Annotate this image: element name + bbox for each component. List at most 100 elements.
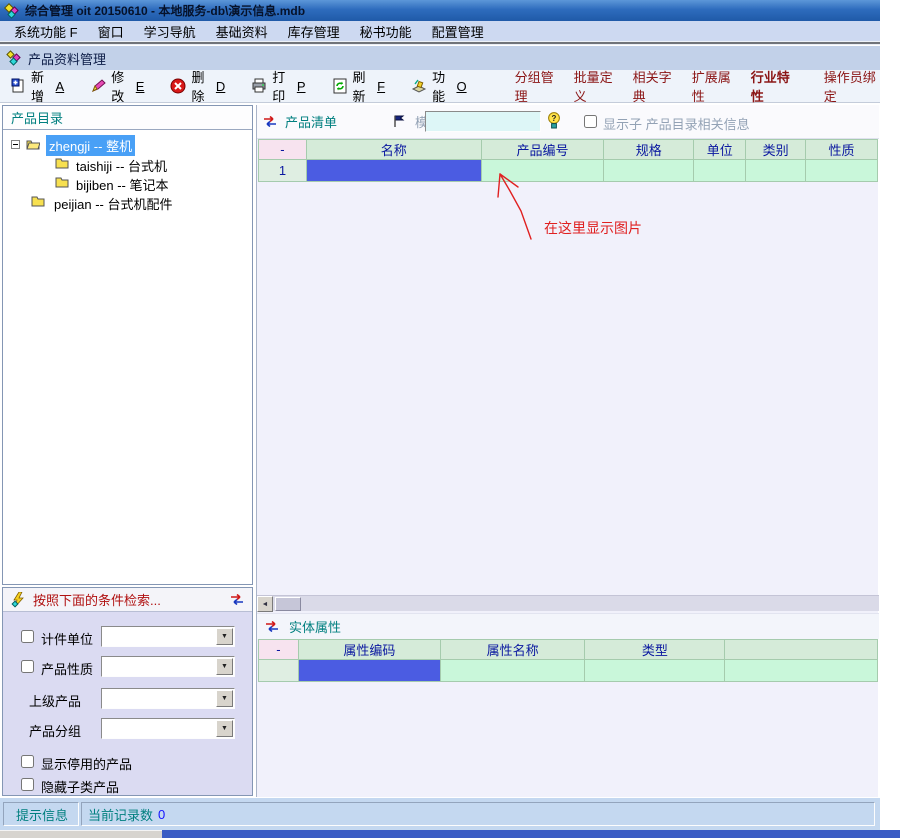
show-disabled-checkbox[interactable] (21, 755, 34, 768)
status-message: 提示信息 (16, 805, 68, 824)
menu-config[interactable]: 配置管理 (422, 20, 494, 43)
chevron-down-icon[interactable]: ▼ (216, 628, 233, 645)
row-number-cell[interactable]: 1 (259, 160, 307, 182)
swap-icon[interactable] (263, 116, 277, 127)
chevron-down-icon[interactable]: ▼ (216, 720, 233, 737)
nature-filter-label: 产品性质 (41, 659, 93, 678)
show-sub-checkbox[interactable] (584, 115, 597, 128)
attr-code-cell-selected[interactable] (298, 660, 440, 682)
flag-icon (393, 115, 405, 128)
hide-subclass-checkbox[interactable] (21, 778, 34, 791)
fuzzy-query-input[interactable] (425, 111, 541, 132)
operator-bind-link[interactable]: 操作员绑定 (824, 67, 880, 105)
attr-name-cell[interactable] (440, 660, 585, 682)
nature-cell[interactable] (806, 160, 878, 182)
delete-icon (170, 78, 186, 94)
col-extra[interactable] (725, 640, 878, 660)
tree-item-peijian[interactable]: peijian -- 台式机配件 (3, 192, 252, 211)
tree-item-peijian-label[interactable]: peijian -- 台式机配件 (51, 193, 175, 214)
refresh-icon (332, 78, 348, 94)
print-button[interactable]: 打印P (251, 67, 305, 105)
menu-base-data[interactable]: 基础资料 (206, 20, 278, 43)
product-group-dropdown[interactable]: ▼ (101, 718, 235, 739)
row-number-cell[interactable] (259, 660, 299, 682)
lightning-icon (11, 592, 26, 608)
product-list-header-bar: 产品清单 模糊查询 ? 显示子 产品目录相关信息 (257, 105, 879, 139)
tree-item-bijiben[interactable]: bijiben -- 笔记本 (3, 173, 252, 192)
menu-learning-nav[interactable]: 学习导航 (134, 20, 206, 43)
col-product-code[interactable]: 产品编号 (481, 140, 604, 160)
nature-filter-checkbox[interactable] (21, 660, 34, 673)
unit-filter-checkbox[interactable] (21, 630, 34, 643)
entity-grid-row-1 (259, 660, 878, 682)
swap-icon[interactable] (265, 621, 279, 632)
horizontal-scrollbar[interactable]: ◄ (257, 595, 879, 611)
svg-text:?: ? (552, 114, 557, 123)
main-area: 产品目录 zhengji -- 整机 (0, 103, 880, 797)
category-cell[interactable] (746, 160, 806, 182)
col-unit[interactable]: 单位 (694, 140, 746, 160)
unit-cell[interactable] (694, 160, 746, 182)
edit-icon (90, 78, 106, 94)
industry-feature-link[interactable]: 行业特性 (751, 67, 796, 105)
menu-window[interactable]: 窗口 (88, 20, 134, 43)
condition-search-title: 按照下面的条件检索... (33, 590, 223, 609)
hide-subclass-label: 隐藏子类产品 (41, 777, 119, 796)
form-icon (6, 50, 22, 66)
col-row-indicator[interactable]: - (259, 640, 299, 660)
col-category[interactable]: 类别 (746, 140, 806, 160)
annotation-arrow (487, 167, 547, 251)
help-lamp-icon[interactable]: ? (547, 112, 561, 130)
group-manage-link[interactable]: 分组管理 (515, 67, 560, 105)
edit-button[interactable]: 修改E (90, 67, 144, 105)
scrollbar-thumb[interactable] (275, 597, 301, 611)
delete-button-label: 删除 (191, 67, 210, 105)
batch-define-link[interactable]: 批量定义 (574, 67, 619, 105)
menu-system[interactable]: 系统功能 F (4, 20, 88, 43)
tree-item-zhengji[interactable]: zhengji -- 整机 (3, 135, 252, 154)
status-message-panel: 提示信息 (3, 802, 79, 826)
product-catalog-panel: 产品目录 zhengji -- 整机 (2, 105, 253, 585)
product-grid-row-1: 1 (259, 160, 878, 182)
col-row-indicator[interactable]: - (259, 140, 307, 160)
swap-icon[interactable] (230, 594, 244, 605)
col-attr-code[interactable]: 属性编码 (298, 640, 440, 660)
scroll-left-arrow-icon[interactable]: ◄ (257, 596, 273, 612)
nature-filter-dropdown[interactable]: ▼ (101, 656, 235, 677)
title-bar: 综合管理 oit 20150610 - 本地服务-db\演示信息.mdb (0, 0, 880, 21)
entity-attr-title: 实体属性 (289, 617, 341, 636)
folder-icon (55, 157, 69, 169)
col-attr-type[interactable]: 类型 (585, 640, 725, 660)
menu-secretary[interactable]: 秘书功能 (350, 20, 422, 43)
delete-button[interactable]: 删除D (170, 67, 225, 105)
parent-product-row: 上级产品 ▼ (3, 688, 252, 710)
refresh-button[interactable]: 刷新F (332, 67, 386, 105)
tree-item-zhengji-label[interactable]: zhengji -- 整机 (46, 135, 135, 156)
product-list-area: 产品清单 模糊查询 ? 显示子 产品目录相关信息 - (256, 105, 878, 798)
chevron-down-icon[interactable]: ▼ (216, 690, 233, 707)
add-button[interactable]: 新增A (10, 67, 64, 105)
parent-product-dropdown[interactable]: ▼ (101, 688, 235, 709)
chevron-down-icon[interactable]: ▼ (216, 658, 233, 675)
attr-type-cell[interactable] (585, 660, 725, 682)
col-spec[interactable]: 规格 (604, 140, 694, 160)
folder-icon (31, 195, 45, 207)
extended-attr-link[interactable]: 扩展属性 (692, 67, 737, 105)
tree-item-taishiji[interactable]: taishiji -- 台式机 (3, 154, 252, 173)
product-grid: - 名称 产品编号 规格 单位 类别 性质 1 (258, 139, 878, 182)
spec-cell[interactable] (604, 160, 694, 182)
name-cell-selected[interactable] (306, 160, 481, 182)
menu-inventory[interactable]: 库存管理 (278, 20, 350, 43)
function-button[interactable]: 功能O (411, 67, 467, 105)
unit-filter-dropdown[interactable]: ▼ (101, 626, 235, 647)
col-attr-name[interactable]: 属性名称 (440, 640, 585, 660)
entity-attr-grid: - 属性编码 属性名称 类型 (258, 639, 878, 682)
condition-search-panel: 按照下面的条件检索... 计件单位 ▼ 产品性质 ▼ 上级产品 ▼ (2, 587, 253, 796)
attr-extra-cell[interactable] (725, 660, 878, 682)
related-dict-link[interactable]: 相关字典 (633, 67, 678, 105)
print-icon (251, 78, 267, 94)
col-nature[interactable]: 性质 (806, 140, 878, 160)
collapse-icon[interactable] (11, 140, 20, 149)
application-window: 综合管理 oit 20150610 - 本地服务-db\演示信息.mdb 系统功… (0, 0, 900, 838)
col-name[interactable]: 名称 (306, 140, 481, 160)
